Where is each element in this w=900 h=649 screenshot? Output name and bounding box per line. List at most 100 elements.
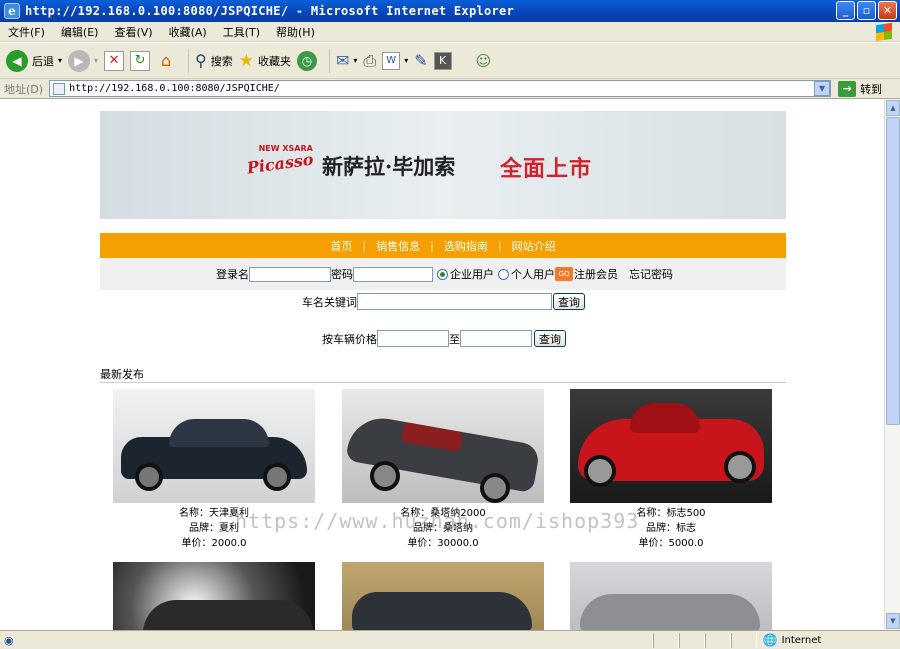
toolbar-separator	[329, 48, 330, 73]
main-nav: 首页 | 销售信息 | 选购指南 | 网站介绍	[100, 233, 786, 258]
printer-icon: ⎙	[363, 50, 377, 70]
car-image[interactable]	[570, 562, 772, 630]
home-button[interactable]: ⌂	[156, 51, 176, 71]
price-min-input[interactable]	[377, 330, 449, 347]
minimize-button[interactable]: _	[836, 1, 855, 20]
company-user-radio[interactable]	[437, 268, 448, 280]
name-search-row: 车名关键词 查询	[302, 293, 585, 310]
price-search-button[interactable]: 查询	[534, 330, 566, 347]
browser-toolbar: ◀ 后退 ▾ ▶ ▾ ✕ ↻ ⌂ ⚲ 搜索 ★ 收藏夹 ◷ ✉ ▾ ⎙ W ▾ ✎ …	[0, 43, 900, 79]
forward-dropdown-icon[interactable]: ▾	[94, 56, 98, 65]
car-image[interactable]	[342, 389, 544, 503]
address-input[interactable]: http://192.168.0.100:8080/JSPQICHE/	[49, 80, 832, 97]
price-search-label: 按车辆价格	[322, 332, 377, 346]
maximize-button[interactable]: ▫	[857, 1, 876, 20]
address-label: 地址(D)	[4, 82, 44, 96]
nav-sales[interactable]: 销售信息	[376, 238, 420, 254]
menu-edit[interactable]: 编辑(E)	[61, 24, 99, 40]
menu-tools[interactable]: 工具(T)	[223, 24, 260, 40]
go-button[interactable]: → 转到	[838, 80, 882, 97]
menu-help[interactable]: 帮助(H)	[276, 24, 315, 40]
print-button[interactable]: ⎙	[363, 51, 376, 71]
banner: NEW XSARA Picasso 新萨拉·毕加索 全面上市	[100, 111, 786, 219]
stop-button[interactable]: ✕	[104, 50, 125, 71]
login-bar: 登录名 密码 企业用户 个人用户 GO 注册会员 忘记密码	[100, 258, 786, 290]
page-status-icon: ◉	[4, 633, 14, 647]
page-viewport: NEW XSARA Picasso 新萨拉·毕加索 全面上市 首页 | 销售信息…	[0, 99, 884, 630]
car-card[interactable]	[342, 562, 544, 630]
refresh-button[interactable]: ↻	[130, 50, 151, 71]
model-name: 新萨拉·毕加索	[322, 154, 456, 179]
price-to-label: 至	[449, 332, 460, 346]
name-search-button[interactable]: 查询	[553, 293, 585, 310]
search-icon: ⚲	[195, 51, 207, 70]
status-cell	[652, 632, 679, 648]
discuss-button[interactable]: ✎	[414, 51, 427, 70]
watermark: https://www.huzhan.com/ishop393	[235, 509, 640, 533]
car-price: 单价：5000.0	[638, 538, 704, 549]
car-image[interactable]	[342, 562, 544, 630]
go-arrow-icon: →	[838, 80, 857, 97]
nav-guide[interactable]: 选购指南	[444, 238, 488, 254]
scroll-up-icon[interactable]: ▲	[886, 100, 900, 116]
latest-heading: 最新发布	[100, 366, 786, 383]
messenger-button[interactable]: ☺	[476, 52, 492, 70]
scroll-thumb[interactable]	[886, 117, 900, 425]
username-input[interactable]	[249, 266, 331, 282]
window-titlebar[interactable]: e http://192.168.0.100:8080/JSPQICHE/ - …	[0, 0, 900, 22]
status-cell	[678, 632, 705, 648]
name-search-label: 车名关键词	[302, 295, 357, 309]
forward-arrow-icon: ▶	[68, 49, 91, 72]
car-price: 单价：2000.0	[181, 538, 247, 549]
car-card[interactable]	[113, 562, 315, 630]
status-text-cell	[20, 632, 653, 648]
price-max-input[interactable]	[460, 330, 532, 347]
discuss-icon: ✎	[414, 51, 428, 70]
star-icon: ★	[238, 50, 254, 71]
status-cell	[704, 632, 731, 648]
password-input[interactable]	[353, 266, 433, 282]
search-label: 搜索	[210, 54, 233, 68]
car-image[interactable]	[570, 389, 772, 503]
messenger-icon: ☺	[475, 51, 492, 70]
zone-label: Internet	[781, 634, 822, 646]
home-icon: ⌂	[160, 51, 172, 70]
search-button[interactable]: ⚲ 搜索	[195, 51, 233, 70]
close-button[interactable]: ✕	[878, 1, 897, 20]
zone-indicator: 🌐 Internet	[757, 633, 822, 647]
nav-divider: |	[430, 239, 434, 252]
car-card[interactable]	[570, 562, 772, 630]
login-go-button[interactable]: GO	[555, 267, 573, 281]
menu-view[interactable]: 查看(V)	[114, 24, 152, 40]
car-image[interactable]	[113, 562, 315, 630]
history-icon: ◷	[297, 50, 317, 71]
address-dropdown-icon[interactable]: ▼	[814, 81, 831, 96]
register-link[interactable]: 注册会员	[574, 266, 618, 282]
research-icon: K	[433, 51, 452, 70]
car-image[interactable]	[113, 389, 315, 503]
mail-button[interactable]: ✉ ▾	[336, 51, 357, 70]
status-cell	[730, 632, 757, 648]
history-button[interactable]: ◷	[297, 50, 317, 71]
nav-about[interactable]: 网站介绍	[512, 238, 556, 254]
vertical-scrollbar[interactable]: ▲ ▼	[884, 99, 900, 630]
edit-button[interactable]: W ▾	[382, 51, 408, 70]
favorites-button[interactable]: ★ 收藏夹	[239, 51, 291, 71]
personal-user-radio[interactable]	[498, 268, 509, 280]
back-dropdown-icon[interactable]: ▾	[58, 56, 62, 65]
scroll-down-icon[interactable]: ▼	[886, 613, 900, 629]
forward-button[interactable]: ▶ ▾	[68, 49, 98, 72]
name-search-input[interactable]	[357, 293, 552, 310]
back-button[interactable]: ◀ 后退 ▾	[6, 49, 62, 72]
personal-user-label: 个人用户	[511, 268, 555, 281]
research-button[interactable]: K	[433, 51, 452, 70]
globe-icon: 🌐	[762, 633, 778, 647]
favorites-label: 收藏夹	[258, 54, 291, 68]
menu-favorites[interactable]: 收藏(A)	[169, 24, 207, 40]
menu-file[interactable]: 文件(F)	[8, 24, 45, 40]
mail-icon: ✉	[336, 51, 350, 70]
refresh-icon: ↻	[130, 50, 151, 71]
nav-home[interactable]: 首页	[330, 238, 352, 254]
toolbar-separator	[188, 48, 190, 73]
forgot-password-link[interactable]: 忘记密码	[629, 266, 673, 282]
